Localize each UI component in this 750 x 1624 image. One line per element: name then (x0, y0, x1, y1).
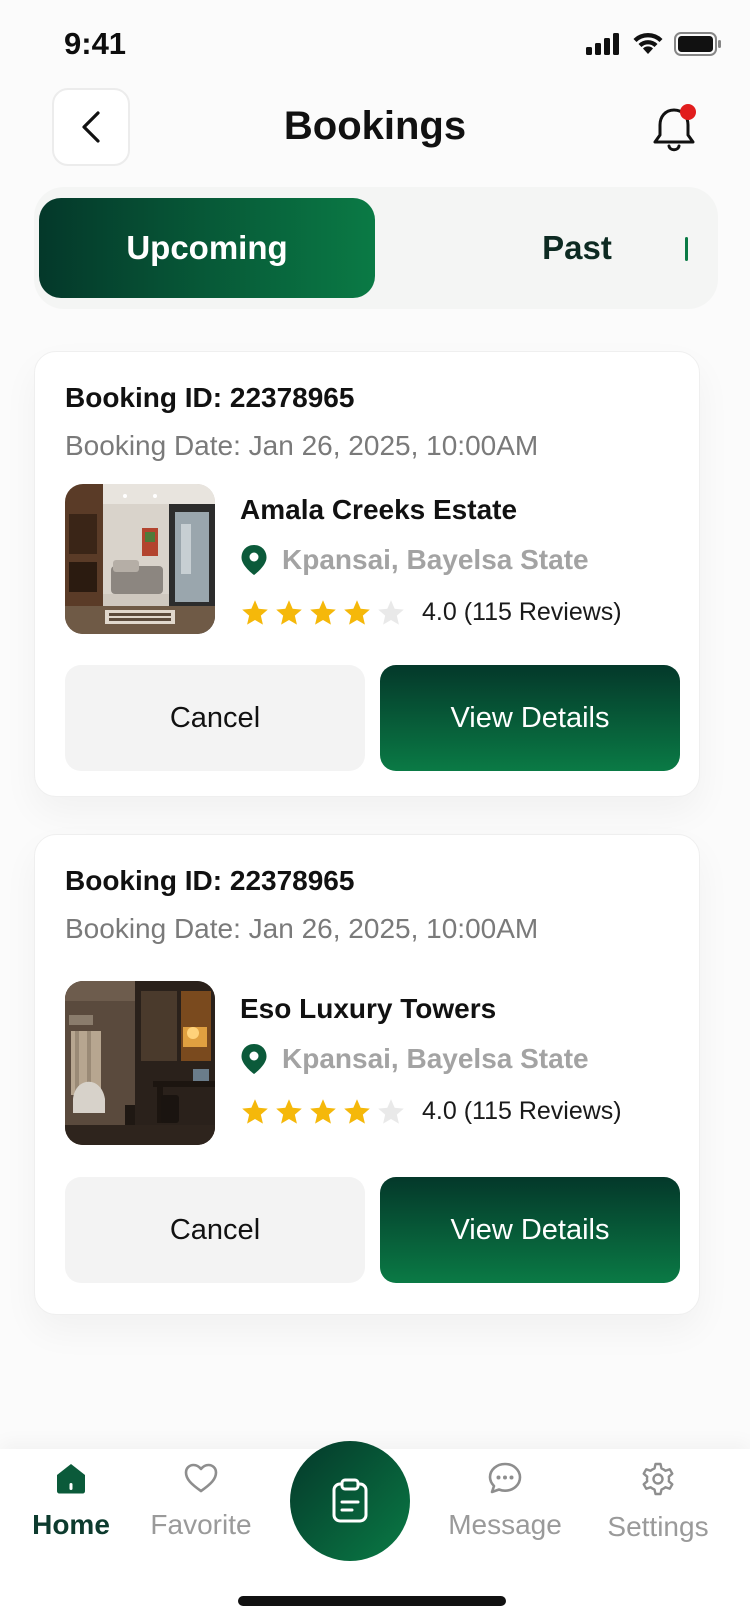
view-details-button[interactable]: View Details (380, 665, 680, 771)
heart-icon (184, 1463, 218, 1493)
booking-card: Booking ID: 22378965 Booking Date: Jan 2… (34, 351, 700, 797)
star-icon (344, 599, 370, 625)
bell-icon (653, 104, 696, 152)
nav-label-settings: Settings (607, 1511, 709, 1542)
location-pin-icon (241, 1044, 267, 1074)
booking-date: Booking Date: Jan 26, 2025, 10:00AM (65, 913, 539, 944)
star-icon (344, 1098, 370, 1124)
property-image (65, 484, 215, 634)
property-name: Amala Creeks Estate (240, 494, 518, 525)
page-title: Bookings (283, 104, 467, 148)
nav-item-home[interactable]: Home (28, 1461, 114, 1541)
booking-id: Booking ID: 22378965 (65, 382, 355, 413)
location-text: Kpansai, Bayelsa State (282, 1043, 589, 1074)
home-indicator (238, 1596, 506, 1606)
star-icon (276, 599, 302, 625)
nav-item-settings[interactable]: Settings (600, 1461, 716, 1543)
booking-tabs: Upcoming Past (34, 187, 718, 309)
nav-item-message[interactable]: Message (443, 1461, 567, 1541)
star-icon (242, 599, 268, 625)
location-text: Kpansai, Bayelsa State (282, 544, 589, 575)
status-bar: 9:41 (0, 0, 750, 90)
property-location: Kpansai, Bayelsa State (240, 544, 589, 576)
star-empty-icon (378, 599, 404, 625)
location-pin-icon (241, 545, 267, 575)
clipboard-icon (332, 1478, 368, 1523)
rating-text: 4.0 (115 Reviews) (422, 1097, 622, 1125)
rating-text: 4.0 (115 Reviews) (422, 598, 622, 626)
tab-upcoming[interactable]: Upcoming (39, 198, 375, 298)
star-icon (310, 1098, 336, 1124)
rating: 4.0 (115 Reviews) (240, 1097, 622, 1126)
property-location: Kpansai, Bayelsa State (240, 1043, 589, 1075)
nav-label-favorite: Favorite (150, 1509, 252, 1540)
booking-card: Booking ID: 22378965 Booking Date: Jan 2… (34, 834, 700, 1315)
star-icon (276, 1098, 302, 1124)
battery-icon (674, 32, 721, 56)
tab-past[interactable]: Past (409, 198, 745, 298)
property-image (65, 981, 215, 1145)
signal-icon (586, 33, 619, 55)
home-icon (57, 1464, 85, 1494)
tab-overflow-indicator (685, 237, 688, 261)
cancel-button[interactable]: Cancel (65, 1177, 365, 1283)
star-icon (242, 1098, 268, 1124)
nav-label-message: Message (448, 1509, 562, 1540)
status-time: 9:41 (64, 26, 127, 61)
wifi-icon (633, 32, 663, 54)
property-name: Eso Luxury Towers (240, 993, 497, 1024)
gear-icon (642, 1462, 674, 1496)
star-empty-icon (378, 1098, 404, 1124)
rating: 4.0 (115 Reviews) (240, 598, 622, 627)
nav-item-favorite[interactable]: Favorite (145, 1461, 257, 1541)
view-details-button[interactable]: View Details (380, 1177, 680, 1283)
status-icons (586, 32, 722, 56)
booking-id: Booking ID: 22378965 (65, 865, 355, 896)
cancel-button[interactable]: Cancel (65, 665, 365, 771)
message-icon (488, 1462, 522, 1494)
booking-date: Booking Date: Jan 26, 2025, 10:00AM (65, 430, 539, 461)
notification-button[interactable] (650, 102, 700, 156)
nav-label-home: Home (32, 1509, 110, 1540)
bookings-fab-button[interactable] (290, 1441, 410, 1561)
star-icon (310, 599, 336, 625)
